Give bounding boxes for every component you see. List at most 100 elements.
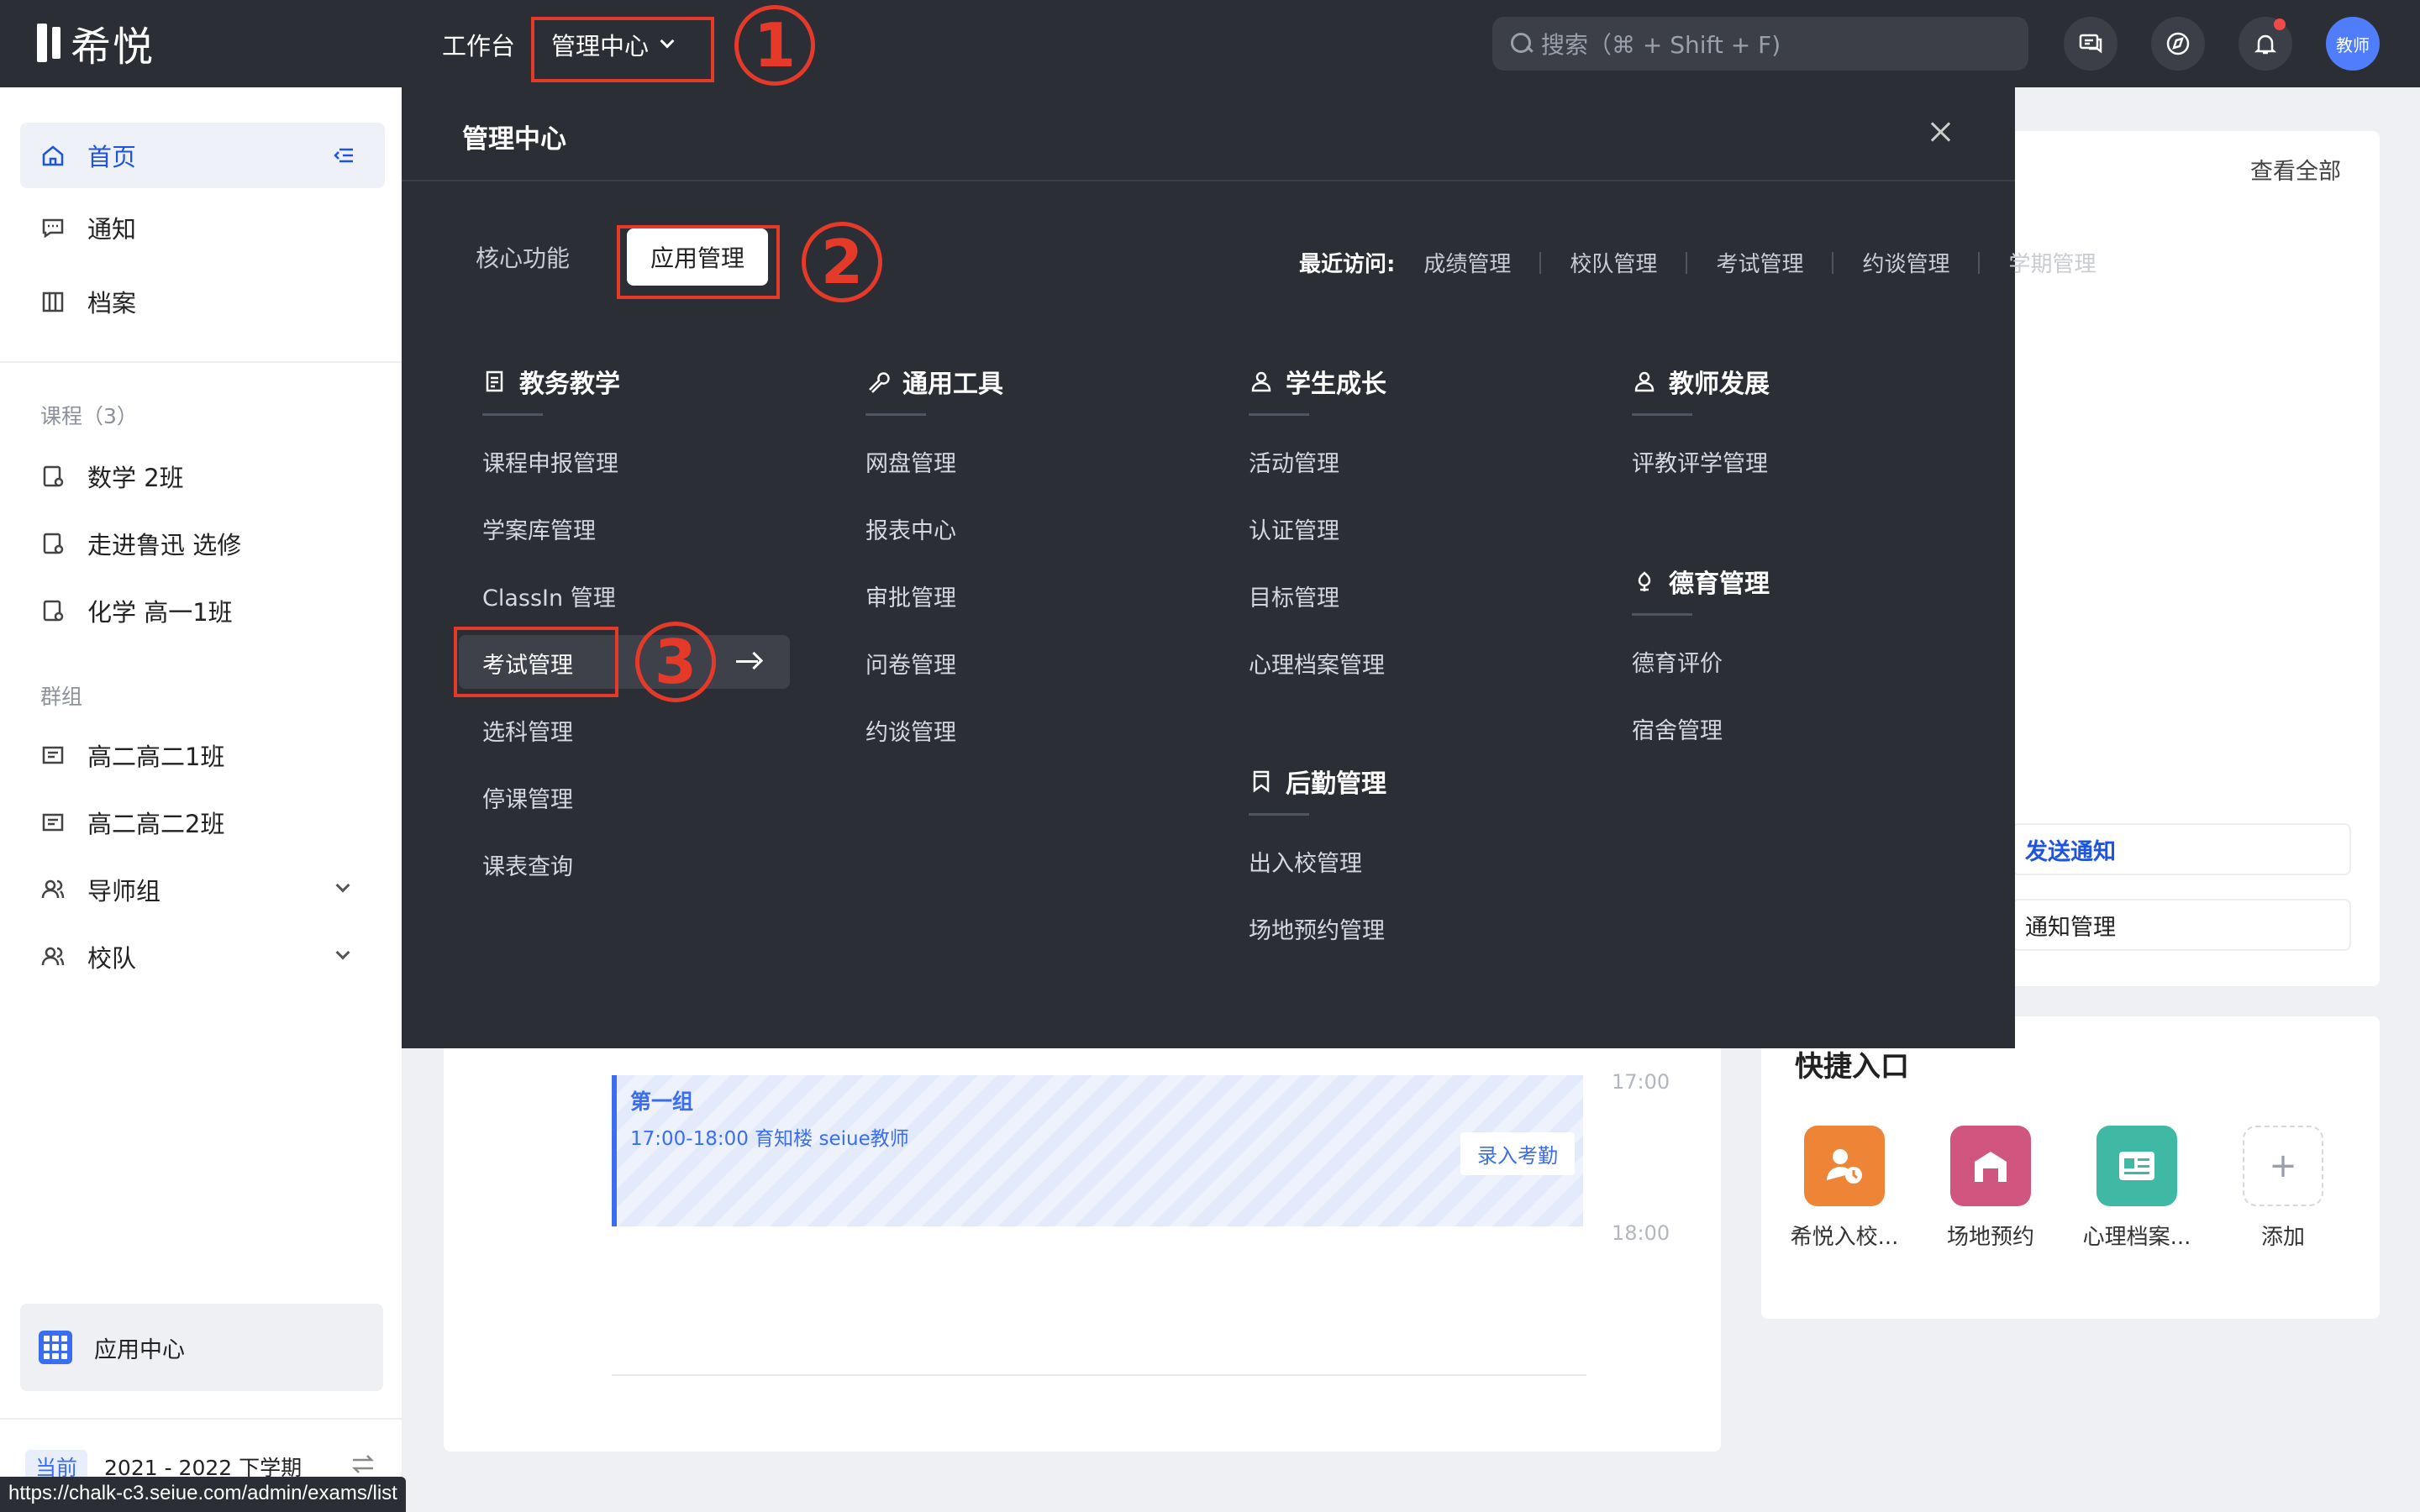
menu-certification[interactable]: 认证管理 (1249, 512, 1339, 545)
menu-netdisk[interactable]: 网盘管理 (865, 445, 956, 478)
menu-subject-selection[interactable]: 选科管理 (482, 714, 573, 747)
category-title: 教务教学 (519, 370, 620, 399)
sidebar-item-label: 走进鲁迅 选修 (87, 531, 242, 559)
sidebar-item-group[interactable]: 高二高二2班 (20, 790, 385, 855)
menu-questionnaire[interactable]: 问卷管理 (865, 647, 956, 680)
chevron-down-icon[interactable] (335, 878, 350, 893)
menu-case-library[interactable]: 学案库管理 (482, 512, 596, 545)
category-underline (482, 413, 543, 416)
quick-item-add[interactable]: + 添加 (2228, 1126, 2338, 1251)
menu-interview[interactable]: 约谈管理 (865, 714, 956, 747)
category-title: 通用工具 (902, 370, 1003, 399)
logo[interactable]: 希悦 (37, 18, 155, 71)
separator (1686, 251, 1688, 274)
quick-item-label: 希悦入校... (1790, 1225, 1899, 1250)
home-icon (40, 143, 66, 168)
event-title: 第一组 (630, 1089, 694, 1114)
record-attendance-button[interactable]: 录入考勤 (1460, 1132, 1575, 1175)
user-icon (1632, 369, 1657, 394)
category-growth: 学生成长 (1249, 363, 1386, 400)
status-bar-url: https://chalk-c3.seiue.com/admin/exams/l… (0, 1477, 406, 1512)
app-center-button[interactable]: 应用中心 (20, 1304, 383, 1391)
nav-workbench[interactable]: 工作台 (442, 27, 515, 62)
recent-link[interactable]: 校队管理 (1570, 247, 1657, 278)
sidebar-item-course[interactable]: 数学 2班 (20, 444, 385, 509)
view-all-link[interactable]: 查看全部 (2250, 153, 2341, 186)
menu-moral-evaluation[interactable]: 德育评价 (1632, 645, 1723, 678)
quick-item-psych[interactable]: 心理档案... (2082, 1126, 2191, 1251)
separator (1832, 251, 1834, 274)
sidebar-item-course[interactable]: 化学 高一1班 (20, 578, 385, 643)
logo-text: 希悦 (71, 24, 155, 71)
category-title: 学生成长 (1286, 370, 1386, 399)
menu-classin[interactable]: ClassIn 管理 (482, 580, 616, 612)
compass-icon[interactable] (2151, 17, 2205, 71)
menu-teaching-evaluation[interactable]: 评教评学管理 (1632, 445, 1768, 478)
quick-item-label: 心理档案... (2082, 1225, 2191, 1250)
category-teaching: 教务教学 (482, 363, 620, 400)
sidebar-divider (0, 1418, 402, 1420)
time-label-1800: 18:00 (1612, 1221, 1670, 1245)
recent-link[interactable]: 学期管理 (2008, 247, 2096, 278)
sidebar-item-group[interactable]: 高二高二1班 (20, 722, 385, 788)
building-icon (1950, 1126, 2031, 1206)
chevron-down-icon[interactable] (335, 945, 350, 960)
course-icon (40, 464, 66, 489)
separator (1978, 251, 1981, 274)
quick-entry-title: 快捷入口 (1795, 1050, 1909, 1084)
menu-venue-booking[interactable]: 场地预约管理 (1249, 912, 1385, 945)
recent-link[interactable]: 考试管理 (1716, 247, 1803, 278)
collapse-sidebar-icon[interactable] (331, 143, 356, 174)
arrow-right-icon[interactable] (736, 652, 761, 672)
menu-goals[interactable]: 目标管理 (1249, 580, 1339, 612)
category-underline (1632, 413, 1692, 416)
sidebar-item-mentor-group[interactable]: 导师组 (20, 857, 385, 922)
calendar-divider (612, 1374, 1586, 1376)
sidebar-item-label: 数学 2班 (87, 464, 184, 492)
menu-report-center[interactable]: 报表中心 (865, 512, 956, 545)
search-placeholder: 搜索（⌘ + Shift + F) (1541, 31, 1781, 59)
menu-course-declaration[interactable]: 课程申报管理 (482, 445, 618, 478)
category-logistics: 后勤管理 (1249, 763, 1386, 800)
menu-timetable[interactable]: 课表查询 (482, 848, 573, 881)
quick-item-venue[interactable]: 场地预约 (1936, 1126, 2045, 1251)
sidebar-item-label: 高二高二2班 (87, 810, 225, 838)
close-icon[interactable] (1928, 119, 1953, 144)
panel-divider (402, 180, 2015, 181)
recent-link[interactable]: 成绩管理 (1423, 247, 1511, 278)
quick-item-label: 场地预约 (1946, 1225, 2034, 1250)
menu-approval[interactable]: 审批管理 (865, 580, 956, 612)
archive-icon (40, 289, 66, 314)
schedule-event[interactable]: 第一组 17:00-18:00 育知楼 seiue教师 录入考勤 (612, 1075, 1583, 1226)
notice-management-button[interactable]: 通知管理 (2012, 899, 2351, 951)
bell-icon[interactable] (2238, 17, 2292, 71)
annotation-step-1: 1 (734, 5, 815, 86)
menu-class-suspension[interactable]: 停课管理 (482, 781, 573, 814)
recent-link[interactable]: 约谈管理 (1862, 247, 1949, 278)
category-tools: 通用工具 (865, 363, 1003, 400)
category-teacher: 教师发展 (1632, 363, 1770, 400)
quick-item-entry[interactable]: 希悦入校... (1790, 1126, 1899, 1251)
sidebar-item-school-team[interactable]: 校队 (20, 924, 385, 990)
document-icon (482, 369, 508, 394)
menu-psych-records[interactable]: 心理档案管理 (1249, 647, 1385, 680)
recent-label: 最近访问: (1299, 252, 1396, 277)
chat-icon[interactable] (2064, 17, 2118, 71)
event-meta: 17:00-18:00 育知楼 seiue教师 (630, 1128, 909, 1150)
menu-campus-access[interactable]: 出入校管理 (1249, 845, 1362, 878)
sidebar-item-course[interactable]: 走进鲁迅 选修 (20, 511, 385, 576)
sidebar-item-home[interactable]: 首页 (20, 123, 385, 188)
sidebar-item-notice[interactable]: 通知 (20, 195, 385, 260)
send-notice-button[interactable]: 发送通知 (2012, 823, 2351, 875)
sidebar-item-archive[interactable]: 档案 (20, 269, 385, 334)
sidebar-item-label: 档案 (87, 289, 137, 318)
tab-core-functions[interactable]: 核心功能 (452, 228, 593, 286)
avatar[interactable]: 教师 (2326, 17, 2380, 71)
users-icon (40, 944, 66, 969)
search-input[interactable]: 搜索（⌘ + Shift + F) (1492, 17, 2028, 71)
menu-activity[interactable]: 活动管理 (1249, 445, 1339, 478)
annotation-box-2 (617, 225, 780, 299)
sidebar-item-label: 校队 (87, 944, 137, 973)
notification-dot (2274, 18, 2286, 30)
menu-dormitory[interactable]: 宿舍管理 (1632, 712, 1723, 745)
